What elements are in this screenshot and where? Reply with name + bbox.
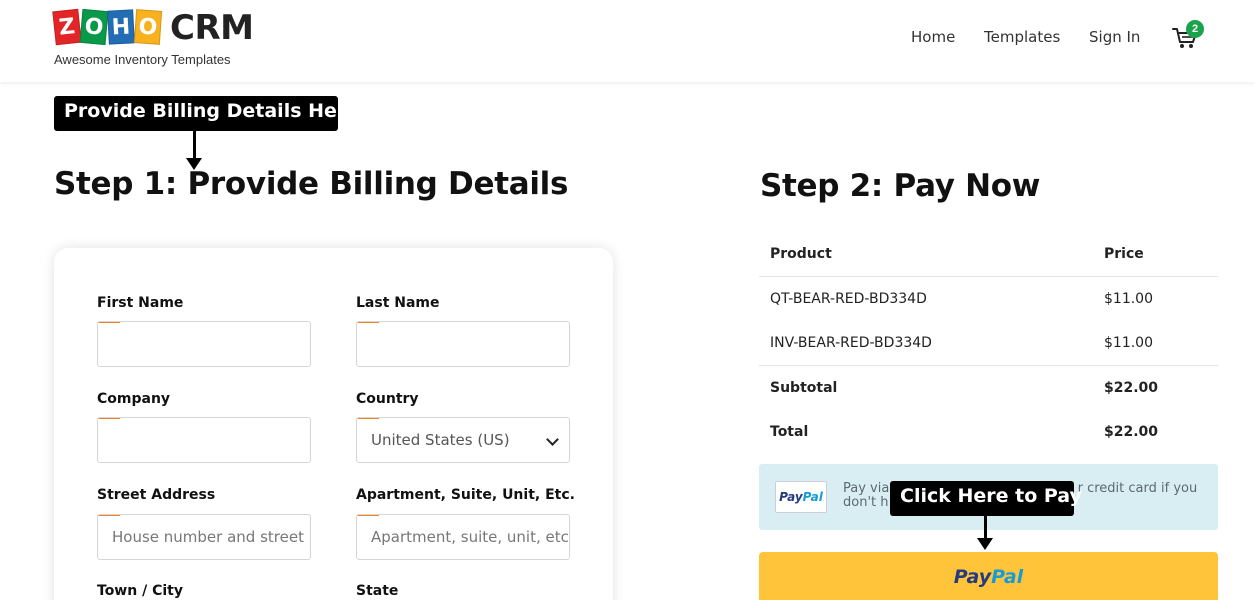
table-row: INV-BEAR-RED-BD334D $11.00 [759, 321, 1218, 365]
pay-annotation-label: Click Here to Pay [890, 481, 1082, 516]
nav-home-link[interactable]: Home [911, 28, 955, 46]
country-select[interactable]: United States (US) [356, 417, 570, 463]
billing-annotation-arrow [193, 131, 196, 159]
town-city-label: Town / City [97, 583, 183, 599]
zoho-logo-boxes: Z O H O [52, 8, 163, 46]
product-price: $11.00 [1104, 335, 1153, 351]
country-selected-value: United States (US) [371, 431, 510, 449]
subtotal-label: Subtotal [770, 380, 838, 396]
apartment-placeholder: Apartment, suite, unit, etc. (optional) [371, 528, 569, 546]
billing-form-card: First Name Last Name Company Country Uni… [54, 248, 613, 600]
first-name-field[interactable] [97, 321, 311, 367]
logo-letter-h: H [107, 9, 135, 45]
company-label: Company [97, 391, 171, 407]
total-label: Total [770, 424, 809, 440]
paypal-note-line2: don't h [843, 495, 889, 510]
product-price: $11.00 [1104, 291, 1153, 307]
step2-title: Step 2: Pay Now [760, 168, 1041, 204]
first-name-label: First Name [97, 295, 184, 311]
product-name: INV-BEAR-RED-BD334D [770, 335, 932, 351]
step1-title: Step 1: Provide Billing Details [54, 166, 569, 202]
price-column-header: Price [1104, 246, 1144, 262]
chevron-down-icon [546, 433, 559, 446]
total-row: Total $22.00 [759, 410, 1218, 454]
pay-annotation-arrow [984, 516, 987, 540]
paypal-logo-pal: Pal [802, 490, 823, 504]
apartment-label: Apartment, Suite, Unit, Etc. [356, 487, 575, 503]
total-value: $22.00 [1104, 424, 1159, 440]
paypal-button-pay: Pay [953, 566, 992, 588]
paypal-note-end: r credit card if you [1077, 481, 1198, 496]
country-label: Country [356, 391, 419, 407]
subtotal-value: $22.00 [1104, 380, 1159, 396]
logo-product-name: CRM [170, 8, 254, 48]
paypal-note-start: Pay via [843, 481, 890, 496]
order-summary-table: Product Price QT-BEAR-RED-BD334D $11.00 … [759, 232, 1218, 454]
street-address-label: Street Address [97, 487, 216, 503]
logo-letter-z: Z [52, 8, 82, 46]
last-name-label: Last Name [356, 295, 440, 311]
logo-tagline: Awesome Inventory Templates [54, 52, 231, 67]
logo-letter-o2: O [133, 9, 163, 45]
billing-annotation-label: Provide Billing Details Here [54, 96, 359, 131]
last-name-field[interactable] [356, 321, 570, 367]
paypal-button-pal: Pal [991, 566, 1024, 588]
nav-sign-in-link[interactable]: Sign In [1089, 28, 1140, 46]
state-label: State [356, 583, 399, 599]
cart-count-badge: 2 [1186, 20, 1204, 38]
nav-templates-link[interactable]: Templates [984, 28, 1060, 46]
table-row: QT-BEAR-RED-BD334D $11.00 [759, 277, 1218, 321]
product-column-header: Product [770, 246, 832, 262]
table-header-row: Product Price [759, 232, 1218, 276]
paypal-logo-pay: Pay [779, 490, 803, 504]
paypal-logo: Pay Pal [775, 481, 827, 513]
logo-letter-o: O [79, 8, 109, 46]
zoho-crm-logo[interactable]: Z O H O CRM Awesome Inventory Templates [52, 8, 254, 68]
product-name: QT-BEAR-RED-BD334D [770, 291, 927, 307]
street-address-placeholder: House number and street name [112, 528, 310, 546]
apartment-field[interactable]: Apartment, suite, unit, etc. (optional) [356, 514, 570, 560]
company-field[interactable] [97, 417, 311, 463]
street-address-field[interactable]: House number and street name [97, 514, 311, 560]
site-header: Z O H O CRM Awesome Inventory Templates … [0, 0, 1255, 82]
pay-arrow-head [977, 538, 993, 550]
subtotal-row: Subtotal $22.00 [759, 366, 1218, 410]
paypal-checkout-button[interactable]: Pay Pal [759, 552, 1218, 600]
